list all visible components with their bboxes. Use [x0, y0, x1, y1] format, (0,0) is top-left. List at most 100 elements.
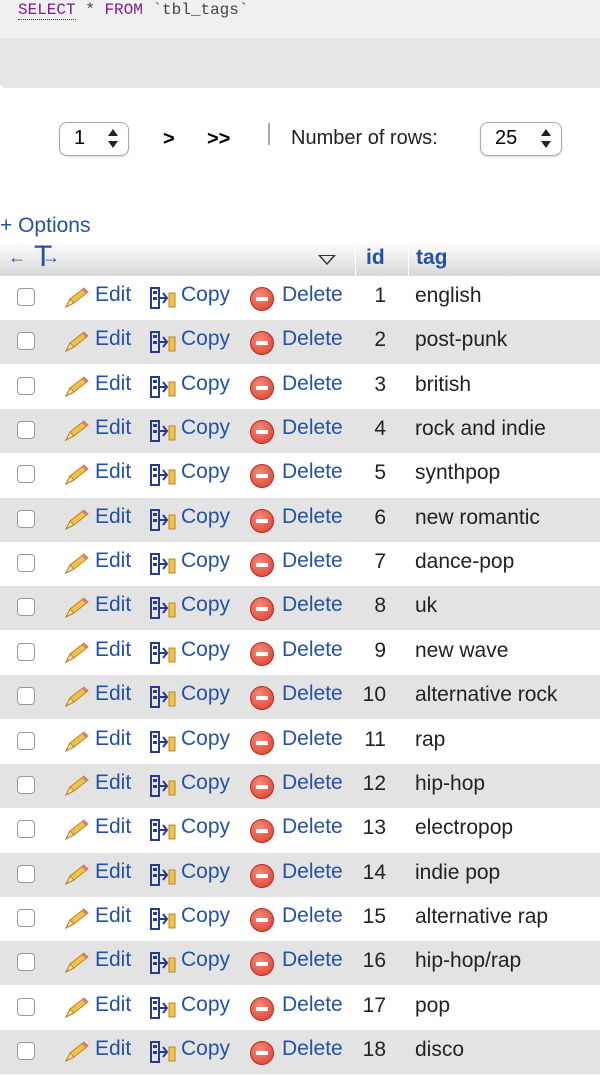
- delete-button[interactable]: Delete: [282, 904, 343, 928]
- row-checkbox[interactable]: [17, 820, 35, 839]
- pencil-icon: [62, 509, 90, 531]
- sql-keyword-select[interactable]: SELECT: [18, 1, 76, 20]
- delete-button[interactable]: Delete: [282, 372, 343, 396]
- delete-button[interactable]: Delete: [282, 549, 343, 573]
- edit-button[interactable]: Edit: [95, 416, 131, 440]
- edit-button[interactable]: Edit: [95, 948, 131, 972]
- next-page-button[interactable]: >: [163, 128, 175, 151]
- delete-button[interactable]: Delete: [282, 638, 343, 662]
- copy-icon: [150, 420, 176, 443]
- options-link[interactable]: + Options: [0, 214, 90, 238]
- row-checkbox[interactable]: [17, 731, 35, 750]
- rows-per-page-value: 25: [495, 127, 518, 149]
- rows-per-page-select[interactable]: 25: [480, 122, 562, 156]
- delete-button[interactable]: Delete: [282, 771, 343, 795]
- edit-button[interactable]: Edit: [95, 815, 131, 839]
- edit-button[interactable]: Edit: [95, 727, 131, 751]
- copy-button[interactable]: Copy: [181, 372, 230, 396]
- edit-button[interactable]: Edit: [95, 771, 131, 795]
- copy-button[interactable]: Copy: [181, 505, 230, 529]
- cell-tag: rock and indie: [415, 417, 546, 441]
- delete-button[interactable]: Delete: [282, 727, 343, 751]
- edit-button[interactable]: Edit: [95, 549, 131, 573]
- row-checkbox[interactable]: [17, 687, 35, 706]
- row-checkbox[interactable]: [17, 953, 35, 972]
- copy-button[interactable]: Copy: [181, 904, 230, 928]
- edit-button[interactable]: Edit: [95, 372, 131, 396]
- row-checkbox[interactable]: [17, 554, 35, 573]
- pencil-icon: [62, 642, 90, 664]
- delete-icon: [250, 996, 274, 1021]
- delete-button[interactable]: Delete: [282, 416, 343, 440]
- copy-button[interactable]: Copy: [181, 638, 230, 662]
- delete-button[interactable]: Delete: [282, 948, 343, 972]
- edit-button[interactable]: Edit: [95, 505, 131, 529]
- row-checkbox[interactable]: [17, 376, 35, 395]
- row-checkbox[interactable]: [17, 509, 35, 528]
- delete-button[interactable]: Delete: [282, 1037, 343, 1061]
- copy-button[interactable]: Copy: [181, 815, 230, 839]
- edit-button[interactable]: Edit: [95, 993, 131, 1017]
- copy-icon: [150, 952, 176, 975]
- copy-button[interactable]: Copy: [181, 1037, 230, 1061]
- pencil-icon: [62, 908, 90, 930]
- copy-button[interactable]: Copy: [181, 593, 230, 617]
- copy-button[interactable]: Copy: [181, 460, 230, 484]
- copy-button[interactable]: Copy: [181, 993, 230, 1017]
- delete-button[interactable]: Delete: [282, 505, 343, 529]
- pencil-icon: [62, 730, 90, 753]
- copy-button[interactable]: Copy: [181, 682, 230, 706]
- row-checkbox[interactable]: [17, 864, 35, 883]
- row-checkbox[interactable]: [17, 1041, 35, 1060]
- pencil-icon: [62, 863, 90, 886]
- edit-button[interactable]: Edit: [95, 1037, 131, 1061]
- delete-button[interactable]: Delete: [282, 682, 343, 706]
- copy-button[interactable]: Copy: [181, 948, 230, 972]
- copy-button[interactable]: Copy: [181, 727, 230, 751]
- edit-button[interactable]: Edit: [95, 593, 131, 617]
- copy-button[interactable]: Copy: [181, 327, 230, 351]
- delete-icon: [250, 1040, 274, 1065]
- row-checkbox[interactable]: [17, 642, 35, 661]
- delete-icon: [250, 464, 274, 489]
- sql-star: *: [85, 1, 95, 19]
- column-header-id[interactable]: id: [366, 246, 385, 270]
- page-select-value: 1: [74, 127, 86, 149]
- row-checkbox[interactable]: [17, 421, 35, 440]
- delete-button[interactable]: Delete: [282, 993, 343, 1017]
- edit-button[interactable]: Edit: [95, 904, 131, 928]
- copy-button[interactable]: Copy: [181, 771, 230, 795]
- pencil-icon: [62, 952, 90, 974]
- copy-button[interactable]: Copy: [181, 549, 230, 573]
- delete-button[interactable]: Delete: [282, 460, 343, 484]
- page-select[interactable]: 1: [59, 122, 129, 156]
- column-header-tag[interactable]: tag: [416, 246, 448, 270]
- edit-button[interactable]: Edit: [95, 638, 131, 662]
- row-checkbox[interactable]: [17, 332, 35, 351]
- cell-tag: hip-hop/rap: [415, 949, 522, 973]
- copy-button[interactable]: Copy: [181, 416, 230, 440]
- last-page-button[interactable]: >>: [207, 128, 230, 151]
- full-texts-toggle-icon[interactable]: T: [34, 242, 52, 272]
- updown-arrows-icon: [541, 129, 551, 149]
- copy-button[interactable]: Copy: [181, 283, 230, 307]
- row-checkbox[interactable]: [17, 288, 35, 306]
- row-checkbox[interactable]: [17, 908, 35, 927]
- edit-button[interactable]: Edit: [95, 860, 131, 884]
- delete-button[interactable]: Delete: [282, 593, 343, 617]
- edit-button[interactable]: Edit: [95, 682, 131, 706]
- copy-button[interactable]: Copy: [181, 860, 230, 884]
- delete-button[interactable]: Delete: [282, 860, 343, 884]
- edit-button[interactable]: Edit: [95, 327, 131, 351]
- row-checkbox[interactable]: [17, 997, 35, 1016]
- row-checkbox[interactable]: [17, 775, 35, 794]
- delete-button[interactable]: Delete: [282, 283, 343, 307]
- row-checkbox[interactable]: [17, 465, 35, 484]
- row-checkbox[interactable]: [17, 598, 35, 617]
- copy-icon: [150, 641, 176, 664]
- edit-button[interactable]: Edit: [95, 460, 131, 484]
- sql-keyword-from: FROM: [104, 1, 143, 19]
- delete-button[interactable]: Delete: [282, 815, 343, 839]
- delete-button[interactable]: Delete: [282, 327, 343, 351]
- edit-button[interactable]: Edit: [95, 283, 131, 307]
